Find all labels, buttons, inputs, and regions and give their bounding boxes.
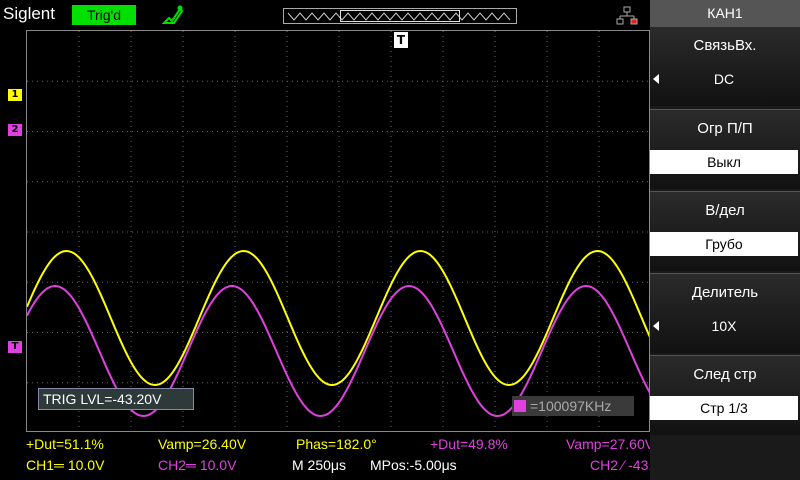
menu-item-value: Стр 1/3 [650,396,798,420]
timebase-status: M 250μs [292,457,346,473]
trigger-status-badge: Trig'd [72,5,136,25]
menu-item-label: СвязьВх. [693,37,757,54]
ch1-duty-measure: +Dut=51.1% [26,436,104,452]
menu-item-label: Огр П/П [697,120,753,137]
oscilloscope-screen: Siglent Trig'd T 1 2 T TRIG LVL=-43.20V … [0,0,800,480]
trigger-level-marker[interactable]: T [8,341,22,353]
ch2-duty-measure: +Dut=49.8% [430,436,508,452]
menu-item-probe[interactable]: Делитель 10X [650,273,800,353]
menu-item-value: DC [713,71,735,87]
ch1-offset-marker[interactable]: 1 [8,89,22,101]
timebase-position-bar [283,8,517,24]
phase-measure: Phas=182.0° [296,436,377,452]
menu-item-next-page[interactable]: След стр Стр 1/3 [650,355,800,435]
ch2-vamp-measure: Vamp=27.60V [566,436,655,452]
frequency-readout: =100097KHz [512,396,634,416]
menu-item-value: 10X [711,318,737,334]
menu-item-coupling[interactable]: СвязьВх. DC [650,26,800,106]
ch1-scale-status: CH1═ 10.0V [26,457,105,473]
menu-item-label: Делитель [691,284,759,301]
menu-item-label: След стр [693,366,757,383]
menu-item-value: Выкл [650,150,798,174]
menu-item-bandwidth-limit[interactable]: Огр П/П Выкл [650,109,800,189]
mpos-status: MPos:-5.00μs [370,457,457,473]
ch2-frequency-icon [514,400,526,412]
menu-item-volts-div[interactable]: В/дел Грубо [650,191,800,271]
usb-icon [161,5,184,24]
ch2-offset-marker[interactable]: 2 [8,124,22,136]
network-icon [616,6,638,25]
trigger-level-readout: TRIG LVL=-43.20V [38,388,194,410]
menu-title: КАН1 [650,0,800,26]
brand-label: Siglent [3,4,55,23]
ch1-vamp-measure: Vamp=26.40V [158,436,247,452]
ch2-scale-status: CH2═ 10.0V [158,457,237,473]
waveform-grid [26,30,650,432]
timebase-window [340,10,460,22]
frequency-value: =100097KHz [530,398,612,414]
menu-item-label: В/дел [705,202,745,219]
menu-item-value: Грубо [650,232,798,256]
trigger-position-marker[interactable]: T [394,32,408,48]
